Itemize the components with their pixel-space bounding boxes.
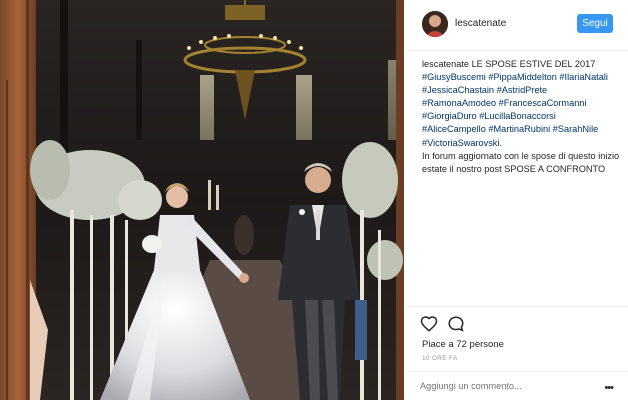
post-header: lescatenate Segui xyxy=(405,0,628,51)
hashtag[interactable]: #GiusyBuscemi xyxy=(422,72,486,82)
hashtag[interactable]: #GiorgiaDuro xyxy=(422,111,477,121)
hashtag[interactable]: #AliceCampello xyxy=(422,124,486,134)
hashtag[interactable]: #PippaMiddelton xyxy=(488,72,556,82)
caption-title: LE SPOSE ESTIVE DEL 2017 xyxy=(471,59,596,69)
follow-button[interactable]: Segui xyxy=(577,14,613,33)
heart-icon[interactable] xyxy=(420,315,438,333)
caption-username[interactable]: lescatenate xyxy=(422,59,469,69)
username[interactable]: lescatenate xyxy=(455,18,506,29)
post-caption: lescatenate LE SPOSE ESTIVE DEL 2017 #Gi… xyxy=(422,58,622,176)
comment-bar: ••• xyxy=(405,371,628,402)
avatar-image xyxy=(422,11,448,37)
caption-text: In forum aggiornato con le spose di ques… xyxy=(422,150,620,174)
post-timestamp: 10 ORE FA xyxy=(422,355,458,362)
hashtag[interactable]: #MartinaRubini xyxy=(488,124,550,134)
wedding-photo xyxy=(0,0,404,400)
post-actions: Piace a 72 persone 10 ORE FA ••• xyxy=(405,306,628,401)
post-side-panel: lescatenate Segui lescatenate LE SPOSE E… xyxy=(405,0,628,400)
comment-input[interactable] xyxy=(420,381,590,391)
hashtag[interactable]: #AstridPrete xyxy=(497,85,548,95)
hashtag[interactable]: #LucillaBonaccorsi xyxy=(479,111,556,121)
hashtag[interactable]: #FrancescaCormanni xyxy=(499,98,587,108)
hashtag[interactable]: #SarahNile xyxy=(553,124,598,134)
post-photo[interactable] xyxy=(0,0,404,400)
hashtag[interactable]: #JessicaChastain xyxy=(422,85,494,95)
comment-icon[interactable] xyxy=(447,315,465,333)
hashtag[interactable]: #IlariaNatali xyxy=(559,72,608,82)
more-options-icon[interactable]: ••• xyxy=(604,382,614,394)
hashtag[interactable]: #VictoriaSwarovski. xyxy=(422,138,502,148)
likes-count[interactable]: Piace a 72 persone xyxy=(422,339,504,350)
hashtag[interactable]: #RamonaAmodeo xyxy=(422,98,496,108)
avatar[interactable] xyxy=(422,11,448,37)
